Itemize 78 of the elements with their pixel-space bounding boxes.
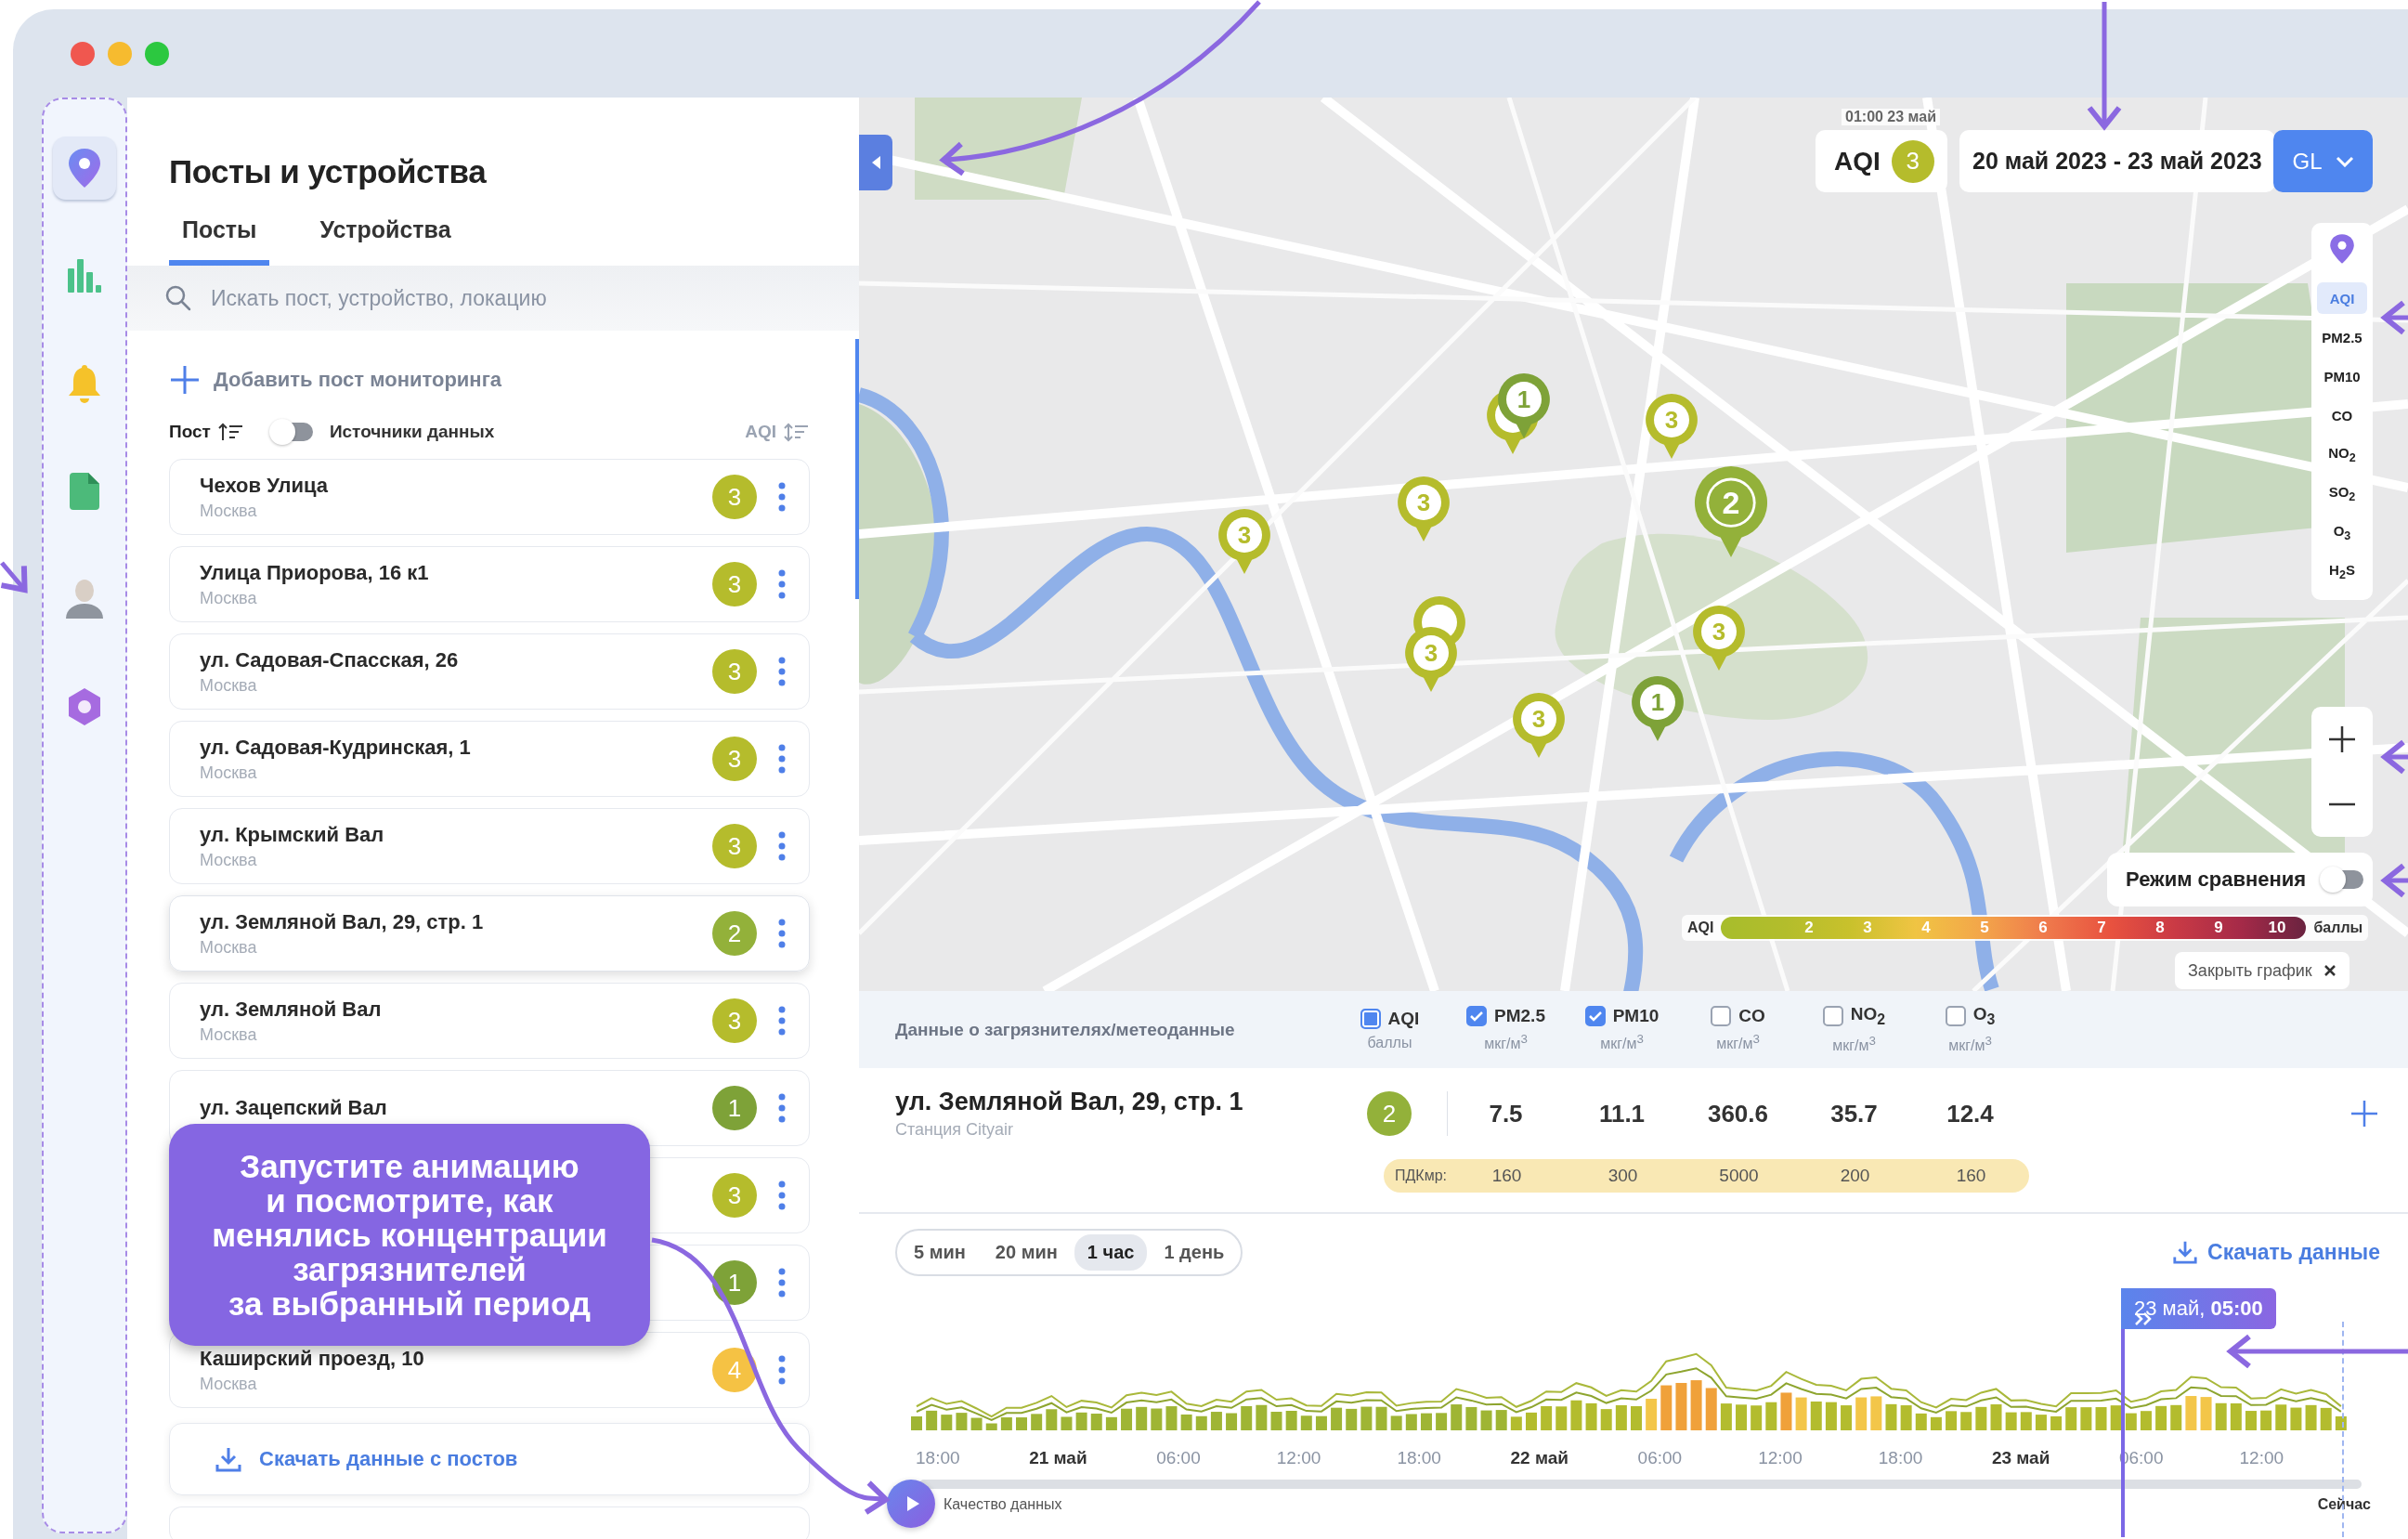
column-unit: мкг/м$^{3}$ — [1484, 1032, 1528, 1053]
aqi-badge: 1 — [712, 1086, 757, 1130]
aqi-badge: 3 — [712, 475, 757, 519]
aqi-badge: 3 — [712, 824, 757, 868]
tutorial-tooltip: Запустите анимацию и посмотрите, как менялись концентрации загрязнителей за выбранный период — [169, 1124, 650, 1346]
post-name: ул. Земляной Вал, 29, стр. 1 — [200, 909, 485, 934]
post-city: Москва — [200, 850, 258, 870]
compare-label: Режим сравнения — [2126, 867, 2307, 892]
aqi-badge: 3 — [712, 649, 757, 694]
limit-value: 200 — [1839, 1166, 1871, 1186]
column-label: O$_{3}$ — [1972, 1004, 1996, 1029]
aqi-badge: 4 — [712, 1348, 757, 1392]
limit-value: 5000 — [1718, 1166, 1760, 1186]
column-label: PM2.5 — [1494, 1006, 1545, 1027]
column-label: NO$_{2}$ — [1850, 1004, 1886, 1029]
axis-tick-label: 21 май — [1028, 1448, 1088, 1468]
aqi-label: AQI — [1834, 146, 1881, 176]
column-label: AQI — [1387, 1008, 1420, 1029]
column-label: PM10 — [1612, 1006, 1660, 1027]
now-label: Сейчас — [2317, 1496, 2371, 1513]
axis-tick-label: 18:00 — [915, 1448, 961, 1468]
post-city: Москва — [200, 675, 258, 696]
station-name: ул. Земляной Вал, 29, стр. 1 — [895, 1088, 1244, 1116]
limit-value: 160 — [1955, 1166, 1987, 1186]
limits-label: ПДКмр: — [1394, 1167, 1448, 1184]
column-unit: баллы — [1367, 1034, 1412, 1051]
panel-title: Посты и устройства — [168, 152, 488, 190]
axis-tick-label: 22 май — [1509, 1448, 1569, 1468]
column-unit: мкг/м$^{3}$ — [1948, 1034, 1992, 1055]
toggle-label: Источники данных — [329, 422, 495, 442]
pollutant-value: 360.6 — [1707, 1099, 1769, 1128]
post-city: Москва — [200, 937, 258, 958]
limit-value: 160 — [1490, 1166, 1523, 1186]
aqi-badge: 3 — [1891, 139, 1934, 183]
axis-tick-label: 18:00 — [1396, 1448, 1442, 1468]
column-unit: мкг/м$^{3}$ — [1716, 1032, 1760, 1053]
axis-tick-label: 23 май — [1990, 1448, 2051, 1468]
pollutant-value: 12.4 — [1946, 1099, 1994, 1128]
post-city: Москва — [200, 501, 258, 521]
aqi-scale-bar: 2 3 4 5 6 7 8 9 10 — [1721, 917, 2307, 939]
aqi-badge: 3 — [712, 562, 757, 606]
axis-tick-label: 06:00 — [1636, 1448, 1684, 1468]
aqi-badge: 2 — [1367, 1091, 1412, 1136]
section-title: Данные о загрязнителях/метеоданные — [895, 1019, 1236, 1040]
aqi-badge: 3 — [712, 998, 757, 1043]
pollutant-value: 7.5 — [1489, 1099, 1523, 1128]
axis-tick-label: 12:00 — [1275, 1448, 1322, 1468]
scale-unit: баллы — [2313, 919, 2363, 936]
aqi-badge: 2 — [712, 911, 757, 956]
post-name: Чехов Улица — [200, 473, 329, 498]
column-unit: мкг/м$^{3}$ — [1832, 1034, 1876, 1055]
axis-tick-label: 12:00 — [2238, 1448, 2285, 1468]
axis-tick-label: 18:00 — [1877, 1448, 1924, 1468]
column-unit: мкг/м$^{3}$ — [1600, 1032, 1644, 1053]
column-label: CO — [1738, 1006, 1765, 1027]
post-name: Каширский проезд, 10 — [200, 1346, 425, 1371]
post-name: ул. Садовая-Кудринская, 1 — [200, 735, 472, 760]
axis-tick-label: 12:00 — [1757, 1448, 1803, 1468]
limit-value: 300 — [1607, 1166, 1639, 1186]
post-city: Москва — [200, 1024, 258, 1045]
pollutant-value: 11.1 — [1598, 1099, 1646, 1128]
post-name: Улица Приорова, 16 к1 — [200, 560, 430, 585]
pollutant-value: 35.7 — [1830, 1099, 1878, 1128]
aqi-badge: 3 — [712, 737, 757, 781]
station-subtitle: Станция Cityair — [895, 1120, 1015, 1140]
post-name: ул. Садовая-Спасская, 26 — [200, 647, 460, 672]
post-name: ул. Зацепский Вал — [200, 1096, 388, 1120]
post-city: Москва — [200, 1374, 258, 1394]
post-name: ул. Крымский Вал — [200, 822, 385, 847]
post-city: Москва — [200, 588, 258, 608]
post-city: Москва — [200, 763, 258, 783]
timestamp: 01:00 23 май — [1842, 109, 1940, 125]
aqi-badge: 3 — [712, 1173, 757, 1218]
post-name: ул. Земляной Вал — [200, 997, 383, 1022]
aqi-badge: 1 — [712, 1260, 757, 1305]
scale-label: AQI — [1687, 919, 1714, 936]
axis-tick-label: 06:00 — [1155, 1448, 1202, 1468]
quality-label: Качество данных — [944, 1496, 1062, 1513]
